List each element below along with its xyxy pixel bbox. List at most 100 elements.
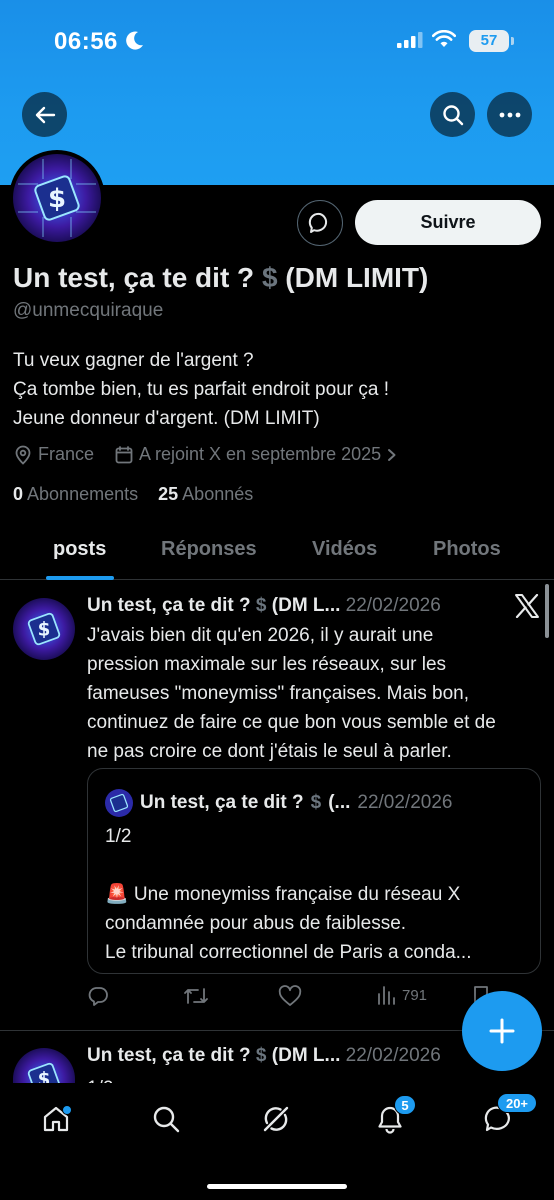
plus-icon: [489, 1018, 515, 1044]
post-header: Un test, ça te dit ? $ (DM L... 22/02/20…: [87, 595, 441, 617]
compose-post-button[interactable]: [462, 991, 542, 1071]
bio-line: Tu veux gagner de l'argent ?: [13, 350, 254, 371]
search-icon: [442, 104, 463, 125]
tab-posts[interactable]: posts: [53, 538, 106, 561]
follow-stats: 0 Abonnements 25 Abonnés: [13, 484, 253, 505]
post-text: J'avais bien dit qu'en 2026, il y aurait…: [87, 621, 547, 766]
quoted-text-line: Le tribunal correctionnel de Paris a con…: [105, 942, 472, 963]
post-author-suffix: (DM L...: [271, 1045, 341, 1066]
svg-text:$: $: [38, 1069, 51, 1083]
post-author-avatar[interactable]: $: [13, 598, 75, 660]
profile-joined-date[interactable]: A rejoint X en septembre 2025: [115, 444, 397, 465]
heart-icon: [278, 985, 302, 1006]
post-text: 1/2: [87, 1074, 113, 1083]
profile-name-text: Un test, ça te dit ?: [13, 262, 255, 293]
joined-text: A rejoint X en septembre 2025: [139, 444, 382, 464]
bio-line: Ça tombe bien, tu es parfait endroit pou…: [13, 379, 389, 400]
bar-chart-icon: [378, 986, 395, 1005]
quoted-text-line: condamnée pour abus de faiblesse.: [105, 913, 407, 934]
quoted-author-suffix: (...: [328, 792, 351, 813]
location-pin-icon: [15, 445, 31, 465]
profile-tabs: posts Réponses Vidéos Photos: [0, 524, 554, 580]
post-author-suffix: (DM L...: [271, 595, 341, 616]
profile-location: France: [14, 444, 94, 465]
following-count: 0: [13, 484, 24, 504]
notifications-badge: 5: [394, 1095, 416, 1115]
follow-button[interactable]: Suivre: [355, 200, 541, 245]
grok-icon: [263, 1106, 289, 1132]
dollar-icon: $: [255, 1045, 267, 1066]
post-date: 22/02/2026: [345, 1045, 441, 1066]
post-text-line: continuez de faire ce que bon vous sembl…: [87, 712, 496, 733]
calendar-icon: [115, 445, 133, 463]
cellular-signal-icon: [397, 32, 423, 53]
post-date: 22/02/2026: [345, 595, 441, 616]
post-text-line: fameuses "moneymiss" françaises. Mais bo…: [87, 683, 470, 704]
active-tab-indicator: [46, 576, 114, 580]
status-time: 06:56: [54, 28, 118, 55]
battery-cap: [511, 37, 514, 45]
quoted-author-avatar: [105, 789, 133, 817]
followers-label: Abonnés: [182, 484, 254, 504]
post-author-avatar[interactable]: $: [13, 1048, 75, 1083]
views-count: 791: [402, 986, 428, 1004]
post-text-line: J'avais bien dit qu'en 2026, il y aurait…: [87, 625, 434, 646]
x-logo-icon: [514, 593, 540, 623]
search-button[interactable]: [430, 92, 475, 137]
following-link[interactable]: 0 Abonnements: [13, 484, 138, 504]
nav-grok[interactable]: [256, 1099, 296, 1139]
more-dots-icon: [499, 112, 520, 117]
profile-name-suffix: (DM LIMIT): [285, 262, 429, 293]
location-text: France: [38, 444, 95, 464]
home-notification-dot: [62, 1105, 72, 1115]
profile-name: Un test, ça te dit ? $ (DM LIMIT): [13, 262, 428, 294]
tab-replies[interactable]: Réponses: [161, 538, 257, 561]
repost-button[interactable]: [183, 985, 209, 1007]
reply-button[interactable]: [87, 985, 109, 1007]
quoted-post-header: Un test, ça te dit ? $ (... 22/02/2026: [105, 789, 452, 817]
post-text-line: pression maximale sur les réseaux, sur l…: [87, 654, 447, 675]
quoted-text-line: 1/2: [105, 826, 132, 847]
nav-search[interactable]: [146, 1099, 186, 1139]
dollar-icon: $: [261, 262, 278, 293]
profile-handle: @unmecquiraque: [13, 300, 164, 321]
moon-icon: [126, 30, 144, 56]
quoted-text-line: 🚨 Une moneymiss française du réseau X: [105, 884, 461, 905]
like-button[interactable]: [278, 985, 302, 1007]
following-label: Abonnements: [27, 484, 139, 504]
messages-badge: 20+: [497, 1093, 537, 1113]
nav-notifications[interactable]: 5: [370, 1095, 416, 1139]
nav-messages[interactable]: 20+: [479, 1093, 537, 1139]
dollar-icon: $: [310, 792, 322, 813]
home-indicator: [207, 1184, 347, 1189]
back-button[interactable]: [22, 92, 67, 137]
reply-icon: [88, 987, 108, 1006]
more-options-button[interactable]: [487, 92, 532, 137]
message-button[interactable]: [297, 200, 343, 246]
repost-icon: [184, 988, 208, 1004]
dollar-icon: $: [255, 595, 267, 616]
search-icon: [153, 1106, 180, 1133]
post-author-name[interactable]: Un test, ça te dit ?: [87, 595, 251, 616]
svg-text:$: $: [38, 619, 51, 640]
post-header: Un test, ça te dit ? $ (DM L... 22/02/20…: [87, 1045, 441, 1067]
tab-videos[interactable]: Vidéos: [312, 538, 377, 561]
svg-text:$: $: [48, 184, 66, 214]
post-author-name[interactable]: Un test, ça te dit ?: [87, 1045, 251, 1066]
quoted-post[interactable]: Un test, ça te dit ? $ (... 22/02/2026 1…: [87, 768, 541, 974]
followers-link[interactable]: 25 Abonnés: [158, 484, 253, 504]
quoted-post-text: 1/2 🚨 Une moneymiss française du réseau …: [105, 822, 472, 967]
arrow-left-icon: [35, 106, 55, 123]
tab-photos[interactable]: Photos: [433, 538, 501, 561]
views-button[interactable]: 791: [376, 985, 427, 1005]
followers-count: 25: [158, 484, 179, 504]
message-bubble-icon: [308, 212, 328, 233]
battery-indicator: 57: [469, 30, 509, 52]
bio-line: Jeune donneur d'argent. (DM LIMIT): [13, 408, 320, 429]
status-bar: 06:56 57: [0, 26, 554, 60]
profile-avatar[interactable]: $: [9, 150, 105, 246]
wifi-icon: [431, 29, 457, 53]
quoted-author-name: Un test, ça te dit ?: [140, 792, 304, 813]
quoted-post-date: 22/02/2026: [357, 792, 453, 813]
nav-home[interactable]: [36, 1099, 76, 1139]
